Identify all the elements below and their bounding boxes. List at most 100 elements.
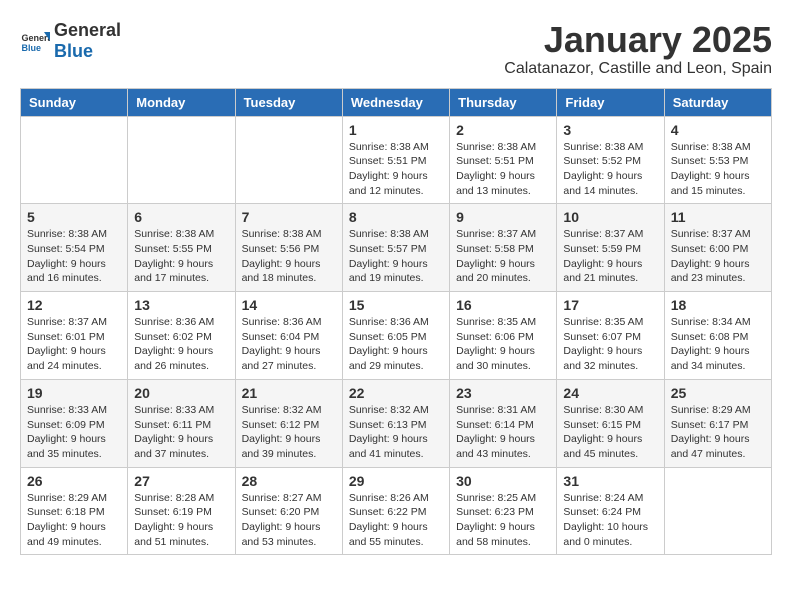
day-number: 3 [563, 122, 657, 138]
calendar-cell: 11 Sunrise: 8:37 AMSunset: 6:00 PMDayligh… [664, 204, 771, 292]
cell-details: Sunrise: 8:38 AMSunset: 5:57 PMDaylight:… [349, 227, 443, 286]
logo: General Blue General Blue [20, 20, 121, 62]
week-row-1: 1 Sunrise: 8:38 AMSunset: 5:51 PMDaylight… [21, 116, 772, 204]
cell-details: Sunrise: 8:27 AMSunset: 6:20 PMDaylight:… [242, 491, 336, 550]
day-number: 15 [349, 297, 443, 313]
calendar-cell: 30 Sunrise: 8:25 AMSunset: 6:23 PMDayligh… [450, 467, 557, 555]
day-number: 1 [349, 122, 443, 138]
day-number: 26 [27, 473, 121, 489]
week-row-3: 12 Sunrise: 8:37 AMSunset: 6:01 PMDayligh… [21, 292, 772, 380]
week-row-4: 19 Sunrise: 8:33 AMSunset: 6:09 PMDayligh… [21, 379, 772, 467]
calendar-cell: 16Sunrise: 8:35 AMSunset: 6:06 PMDayligh… [450, 292, 557, 380]
calendar-cell: 25 Sunrise: 8:29 AMSunset: 6:17 PMDayligh… [664, 379, 771, 467]
day-number: 11 [671, 209, 765, 225]
calendar-cell: 6 Sunrise: 8:38 AMSunset: 5:55 PMDaylight… [128, 204, 235, 292]
cell-details: Sunrise: 8:36 AMSunset: 6:05 PMDaylight:… [349, 315, 443, 374]
cell-details: Sunrise: 8:32 AMSunset: 6:12 PMDaylight:… [242, 403, 336, 462]
cell-details: Sunrise: 8:38 AMSunset: 5:54 PMDaylight:… [27, 227, 121, 286]
calendar-cell: 5 Sunrise: 8:38 AMSunset: 5:54 PMDaylight… [21, 204, 128, 292]
day-number: 17 [563, 297, 657, 313]
calendar-cell: 20 Sunrise: 8:33 AMSunset: 6:11 PMDayligh… [128, 379, 235, 467]
day-number: 6 [134, 209, 228, 225]
cell-details: Sunrise: 8:33 AMSunset: 6:11 PMDaylight:… [134, 403, 228, 462]
calendar-table: SundayMondayTuesdayWednesdayThursdayFrid… [20, 88, 772, 556]
day-number: 2 [456, 122, 550, 138]
day-number: 29 [349, 473, 443, 489]
day-number: 25 [671, 385, 765, 401]
cell-details: Sunrise: 8:36 AMSunset: 6:04 PMDaylight:… [242, 315, 336, 374]
day-number: 7 [242, 209, 336, 225]
calendar-cell: 8 Sunrise: 8:38 AMSunset: 5:57 PMDaylight… [342, 204, 449, 292]
day-number: 5 [27, 209, 121, 225]
cell-details: Sunrise: 8:37 AMSunset: 5:59 PMDaylight:… [563, 227, 657, 286]
cell-details: Sunrise: 8:37 AMSunset: 6:00 PMDaylight:… [671, 227, 765, 286]
cell-details: Sunrise: 8:35 AMSunset: 6:07 PMDaylight:… [563, 315, 657, 374]
calendar-cell: 9 Sunrise: 8:37 AMSunset: 5:58 PMDaylight… [450, 204, 557, 292]
cell-details: Sunrise: 8:28 AMSunset: 6:19 PMDaylight:… [134, 491, 228, 550]
calendar-cell: 4 Sunrise: 8:38 AMSunset: 5:53 PMDaylight… [664, 116, 771, 204]
calendar-container: General Blue General Blue January 2025 C… [0, 0, 792, 565]
calendar-cell: 7 Sunrise: 8:38 AMSunset: 5:56 PMDaylight… [235, 204, 342, 292]
week-row-5: 26Sunrise: 8:29 AMSunset: 6:18 PMDayligh… [21, 467, 772, 555]
day-number: 4 [671, 122, 765, 138]
day-number: 12 [27, 297, 121, 313]
day-number: 19 [27, 385, 121, 401]
calendar-cell [21, 116, 128, 204]
day-header-friday: Friday [557, 88, 664, 116]
calendar-cell: 14 Sunrise: 8:36 AMSunset: 6:04 PMDayligh… [235, 292, 342, 380]
svg-text:Blue: Blue [22, 43, 42, 53]
cell-details: Sunrise: 8:33 AMSunset: 6:09 PMDaylight:… [27, 403, 121, 462]
day-header-sunday: Sunday [21, 88, 128, 116]
cell-details: Sunrise: 8:38 AMSunset: 5:55 PMDaylight:… [134, 227, 228, 286]
calendar-cell: 23Sunrise: 8:31 AMSunset: 6:14 PMDayligh… [450, 379, 557, 467]
calendar-cell: 17 Sunrise: 8:35 AMSunset: 6:07 PMDayligh… [557, 292, 664, 380]
day-number: 31 [563, 473, 657, 489]
cell-details: Sunrise: 8:35 AMSunset: 6:06 PMDaylight:… [456, 315, 550, 374]
calendar-cell: 28Sunrise: 8:27 AMSunset: 6:20 PMDayligh… [235, 467, 342, 555]
cell-details: Sunrise: 8:38 AMSunset: 5:51 PMDaylight:… [349, 140, 443, 199]
cell-details: Sunrise: 8:37 AMSunset: 6:01 PMDaylight:… [27, 315, 121, 374]
day-number: 10 [563, 209, 657, 225]
day-header-thursday: Thursday [450, 88, 557, 116]
day-number: 9 [456, 209, 550, 225]
cell-details: Sunrise: 8:36 AMSunset: 6:02 PMDaylight:… [134, 315, 228, 374]
day-header-wednesday: Wednesday [342, 88, 449, 116]
calendar-cell: 13Sunrise: 8:36 AMSunset: 6:02 PMDayligh… [128, 292, 235, 380]
calendar-cell: 27Sunrise: 8:28 AMSunset: 6:19 PMDayligh… [128, 467, 235, 555]
day-header-tuesday: Tuesday [235, 88, 342, 116]
day-number: 30 [456, 473, 550, 489]
logo-text: General Blue [54, 20, 121, 62]
day-number: 20 [134, 385, 228, 401]
calendar-cell: 26Sunrise: 8:29 AMSunset: 6:18 PMDayligh… [21, 467, 128, 555]
day-number: 14 [242, 297, 336, 313]
calendar-cell: 31Sunrise: 8:24 AMSunset: 6:24 PMDayligh… [557, 467, 664, 555]
cell-details: Sunrise: 8:25 AMSunset: 6:23 PMDaylight:… [456, 491, 550, 550]
calendar-cell [664, 467, 771, 555]
cell-details: Sunrise: 8:29 AMSunset: 6:17 PMDaylight:… [671, 403, 765, 462]
cell-details: Sunrise: 8:34 AMSunset: 6:08 PMDaylight:… [671, 315, 765, 374]
logo-blue: Blue [54, 41, 93, 61]
header-row: SundayMondayTuesdayWednesdayThursdayFrid… [21, 88, 772, 116]
day-number: 8 [349, 209, 443, 225]
calendar-cell: 10 Sunrise: 8:37 AMSunset: 5:59 PMDayligh… [557, 204, 664, 292]
week-row-2: 5 Sunrise: 8:38 AMSunset: 5:54 PMDaylight… [21, 204, 772, 292]
cell-details: Sunrise: 8:38 AMSunset: 5:53 PMDaylight:… [671, 140, 765, 199]
logo-icon: General Blue [20, 26, 50, 56]
cell-details: Sunrise: 8:38 AMSunset: 5:56 PMDaylight:… [242, 227, 336, 286]
calendar-cell: 21Sunrise: 8:32 AMSunset: 6:12 PMDayligh… [235, 379, 342, 467]
calendar-cell: 2Sunrise: 8:38 AMSunset: 5:51 PMDaylight… [450, 116, 557, 204]
calendar-cell: 18Sunrise: 8:34 AMSunset: 6:08 PMDayligh… [664, 292, 771, 380]
calendar-cell [128, 116, 235, 204]
day-header-monday: Monday [128, 88, 235, 116]
calendar-cell: 19 Sunrise: 8:33 AMSunset: 6:09 PMDayligh… [21, 379, 128, 467]
subtitle: Calatanazor, Castille and Leon, Spain [504, 60, 772, 78]
calendar-cell: 12 Sunrise: 8:37 AMSunset: 6:01 PMDayligh… [21, 292, 128, 380]
day-header-saturday: Saturday [664, 88, 771, 116]
day-number: 24 [563, 385, 657, 401]
cell-details: Sunrise: 8:37 AMSunset: 5:58 PMDaylight:… [456, 227, 550, 286]
cell-details: Sunrise: 8:32 AMSunset: 6:13 PMDaylight:… [349, 403, 443, 462]
month-title: January 2025 [504, 20, 772, 60]
calendar-cell: 24Sunrise: 8:30 AMSunset: 6:15 PMDayligh… [557, 379, 664, 467]
day-number: 22 [349, 385, 443, 401]
cell-details: Sunrise: 8:38 AMSunset: 5:52 PMDaylight:… [563, 140, 657, 199]
